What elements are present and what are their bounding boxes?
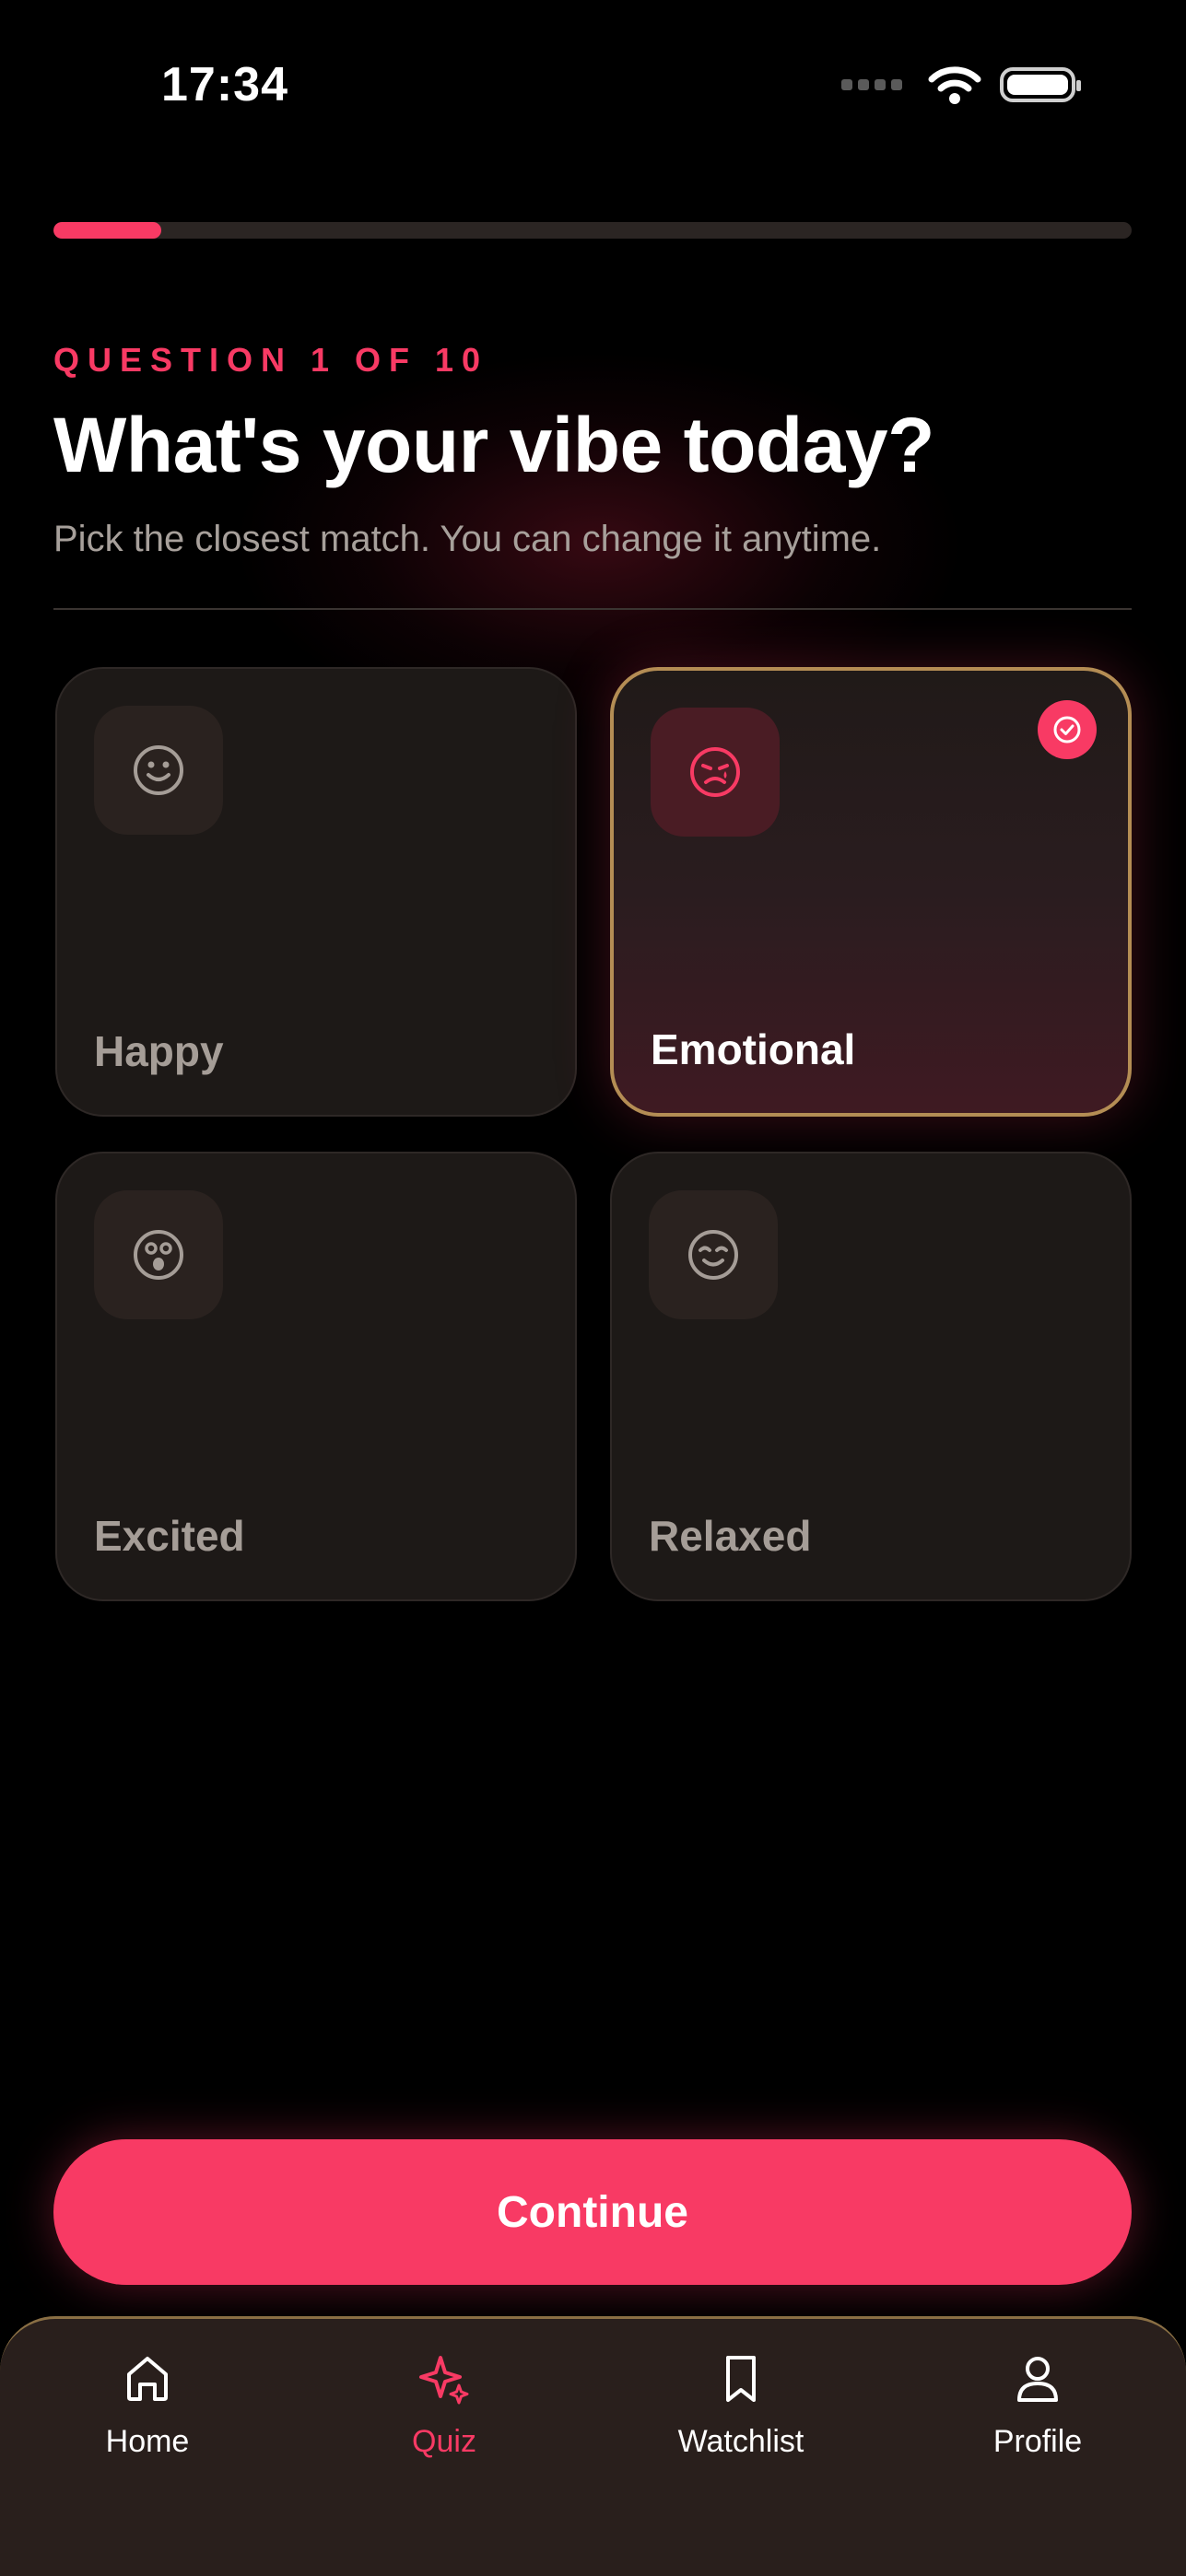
battery-icon bbox=[1000, 67, 1081, 102]
surprised-face-icon bbox=[134, 1230, 183, 1280]
sad-face-icon bbox=[690, 747, 740, 797]
tab-watchlist[interactable]: Watchlist bbox=[640, 2347, 842, 2485]
tab-label: Profile bbox=[992, 2424, 1083, 2459]
option-card-relaxed[interactable]: Relaxed bbox=[610, 1152, 1132, 1601]
option-label: Excited bbox=[94, 1512, 245, 1560]
status-bar: 17:34 bbox=[0, 0, 1186, 175]
tab-label: Quiz bbox=[412, 2424, 476, 2459]
divider bbox=[53, 608, 1132, 610]
bookmark-icon bbox=[726, 2356, 756, 2402]
option-card-emotional[interactable]: Emotional bbox=[610, 667, 1132, 1117]
tab-home[interactable]: Home bbox=[46, 2347, 249, 2485]
option-icon-box bbox=[651, 708, 780, 837]
option-label: Relaxed bbox=[649, 1512, 812, 1560]
person-icon bbox=[1017, 2357, 1058, 2402]
quiz-progress-fill bbox=[53, 222, 161, 239]
tab-label: Watchlist bbox=[677, 2424, 804, 2459]
option-label: Happy bbox=[94, 1027, 224, 1075]
bottom-tab-bar: Home Quiz Watchlist Profile bbox=[0, 2316, 1186, 2576]
option-card-happy[interactable]: Happy bbox=[55, 667, 577, 1117]
continue-button[interactable]: Continue bbox=[53, 2139, 1132, 2285]
option-label: Emotional bbox=[651, 1025, 856, 1073]
question-title: What's your vibe today? bbox=[53, 402, 934, 488]
option-icon-box bbox=[649, 1190, 778, 1319]
wifi-icon bbox=[928, 66, 981, 104]
content-face-icon bbox=[688, 1230, 738, 1280]
tab-profile[interactable]: Profile bbox=[936, 2347, 1139, 2485]
question-counter: QUESTION 1 OF 10 bbox=[53, 341, 489, 379]
question-subtitle: Pick the closest match. You can change i… bbox=[53, 519, 882, 559]
quiz-progress-bar bbox=[53, 222, 1132, 239]
option-icon-box bbox=[94, 1190, 223, 1319]
cellular-signal-icon bbox=[841, 79, 902, 90]
option-icon-box bbox=[94, 706, 223, 835]
tab-quiz[interactable]: Quiz bbox=[343, 2347, 546, 2485]
option-card-excited[interactable]: Excited bbox=[55, 1152, 577, 1601]
selected-check-icon bbox=[1038, 700, 1097, 759]
home-icon bbox=[127, 2357, 168, 2401]
sparkle-icon bbox=[419, 2356, 469, 2405]
status-time: 17:34 bbox=[161, 58, 288, 111]
tab-label: Home bbox=[105, 2424, 190, 2459]
status-indicators bbox=[841, 64, 1081, 105]
smile-icon bbox=[134, 745, 183, 795]
